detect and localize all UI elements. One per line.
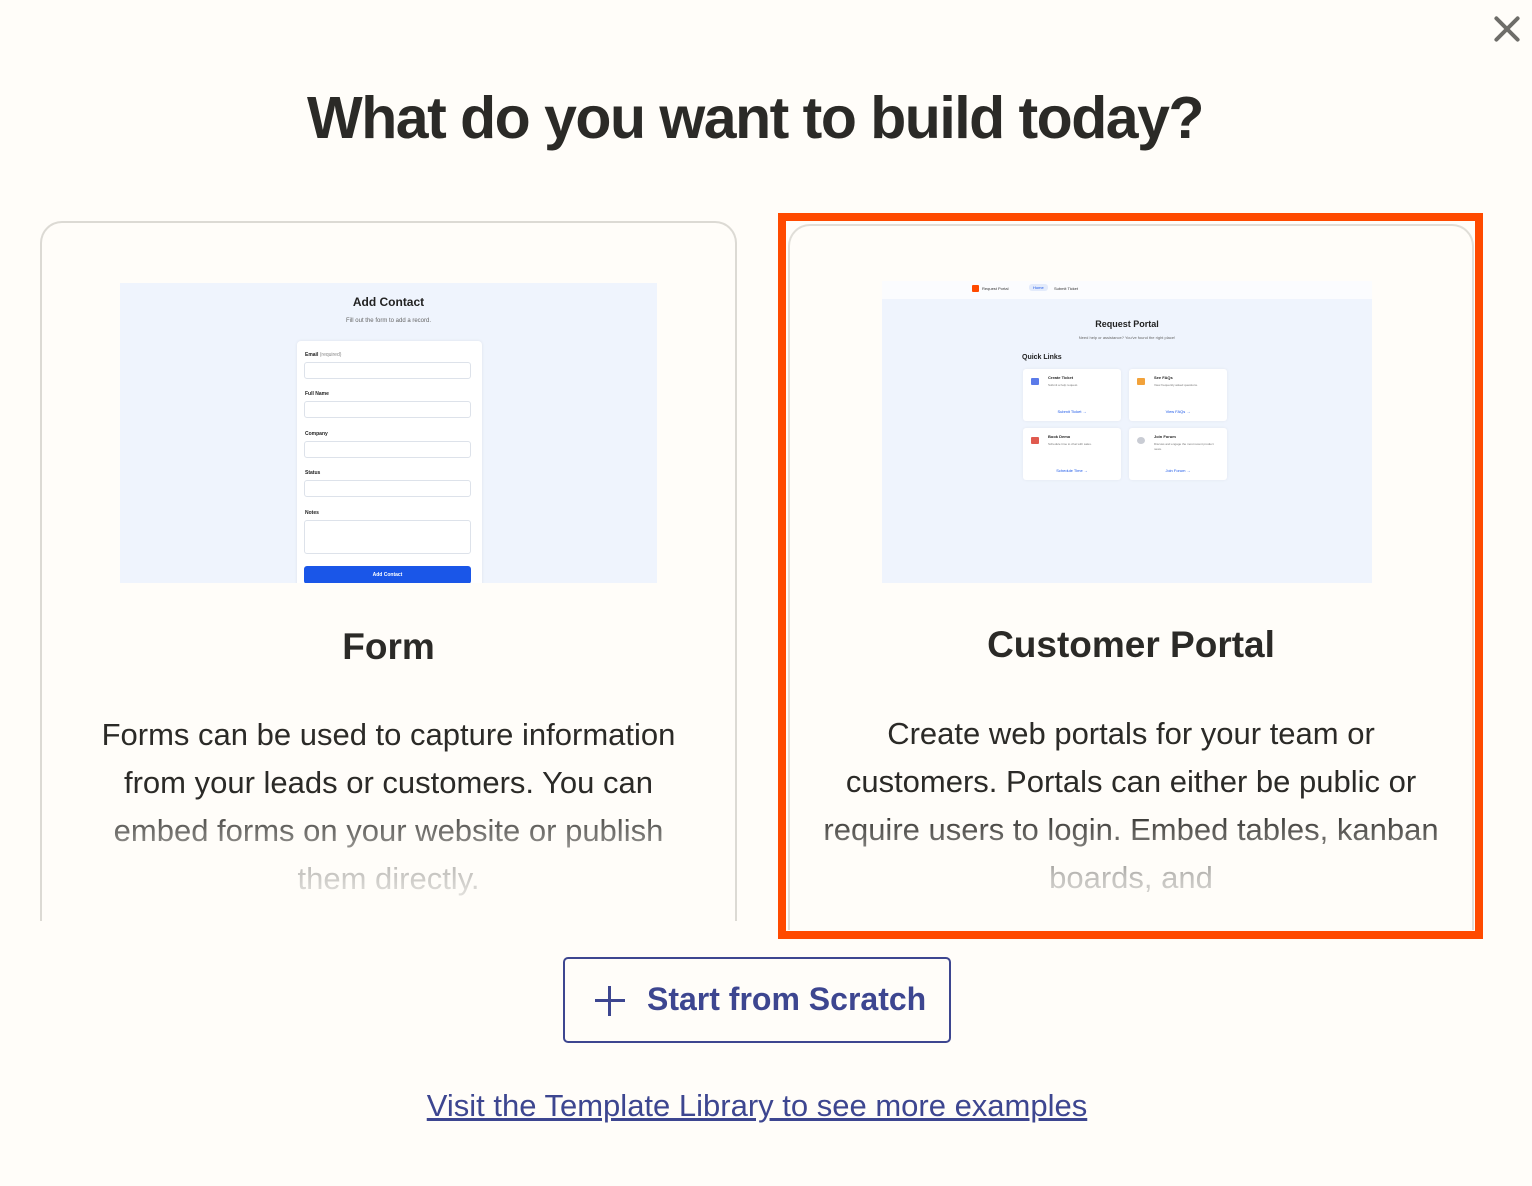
faq-icon: [1137, 378, 1145, 385]
preview-quick-links: Quick Links: [1022, 354, 1062, 361]
form-card-title: Form: [342, 626, 435, 667]
preview-field-input: [304, 441, 471, 458]
preview-tile-desc: Discuss and engage the most recent produ…: [1154, 442, 1214, 451]
preview-tile: See FAQs View frequently asked questions…: [1129, 369, 1227, 421]
preview-tile-desc: Schedule time to chat with sales.: [1048, 442, 1092, 446]
close-icon[interactable]: [1488, 10, 1526, 48]
preview-tile-name: Join Forum: [1154, 434, 1176, 439]
preview-tile-link: Submit Ticket →: [1057, 409, 1087, 414]
page-title: What do you want to build today?: [307, 85, 1204, 151]
preview-tile-name: Book Demo: [1048, 434, 1071, 439]
preview-portal-nav: Request Portal Home Submit Ticket: [882, 281, 1372, 299]
preview-tile: Create Ticket Submit a help request. Sub…: [1023, 369, 1121, 421]
preview-tile-desc: Submit a help request.: [1048, 383, 1079, 387]
template-library-link[interactable]: Visit the Template Library to see more e…: [0, 1088, 1514, 1124]
preview-portal-subtitle: Need help or assistance? You've found th…: [1078, 335, 1176, 340]
preview-tile: Book Demo Schedule time to chat with sal…: [1023, 428, 1121, 480]
portal-preview-image: Request Portal Home Submit Ticket Reques…: [882, 281, 1372, 583]
portal-card-title: Customer Portal: [987, 624, 1275, 665]
plus-icon: [595, 986, 625, 1016]
preview-field-label: Email (required): [305, 352, 342, 358]
preview-nav-brand: Request Portal: [982, 286, 1009, 291]
start-from-scratch-button[interactable]: Start from Scratch: [563, 957, 951, 1043]
form-preview-image: Add Contact Fill out the form to add a r…: [120, 283, 657, 583]
preview-field-label: Full Name: [305, 391, 329, 397]
preview-portal-logo-icon: [972, 285, 979, 292]
start-from-scratch-label: Start from Scratch: [647, 981, 927, 1017]
preview-tile-link: Join Forum →: [1165, 468, 1191, 473]
preview-add-contact-button: Add Contact: [304, 566, 471, 583]
preview-nav-submit: Submit Ticket: [1054, 286, 1079, 291]
preview-tile-link: View FAQs →: [1165, 409, 1191, 414]
preview-field-select: [304, 480, 471, 497]
preview-tile-desc: View frequently asked questions.: [1154, 383, 1198, 387]
preview-form-title: Add Contact: [352, 295, 425, 309]
preview-form-panel: Email (required) Full Name Company Statu…: [297, 341, 482, 583]
preview-field-label: Company: [305, 431, 328, 437]
preview-tile-link: Schedule Time →: [1056, 468, 1088, 473]
preview-tile-name: Create Ticket: [1048, 375, 1074, 380]
form-card-description: Forms can be used to capture information…: [101, 717, 676, 896]
chat-bubble-icon: [1137, 437, 1145, 444]
ticket-icon: [1031, 378, 1039, 385]
preview-portal-title: Request Portal: [1095, 319, 1159, 329]
calendar-icon: [1031, 437, 1039, 444]
preview-tile: Join Forum Discuss and engage the most r…: [1129, 428, 1227, 480]
preview-field-input: [304, 362, 471, 379]
customer-portal-card[interactable]: Request Portal Home Submit Ticket Reques…: [788, 224, 1474, 930]
preview-form-subtitle: Fill out the form to add a record.: [345, 318, 432, 324]
preview-field-input: [304, 401, 471, 418]
preview-nav-home: Home: [1029, 284, 1048, 291]
preview-field-textarea: [304, 520, 471, 554]
preview-tile-name: See FAQs: [1154, 375, 1173, 380]
portal-card-description: Create web portals for your team or cust…: [823, 716, 1439, 895]
preview-field-label: Notes: [305, 510, 319, 516]
preview-field-label: Status: [305, 470, 321, 476]
form-card[interactable]: Add Contact Fill out the form to add a r…: [40, 221, 737, 921]
